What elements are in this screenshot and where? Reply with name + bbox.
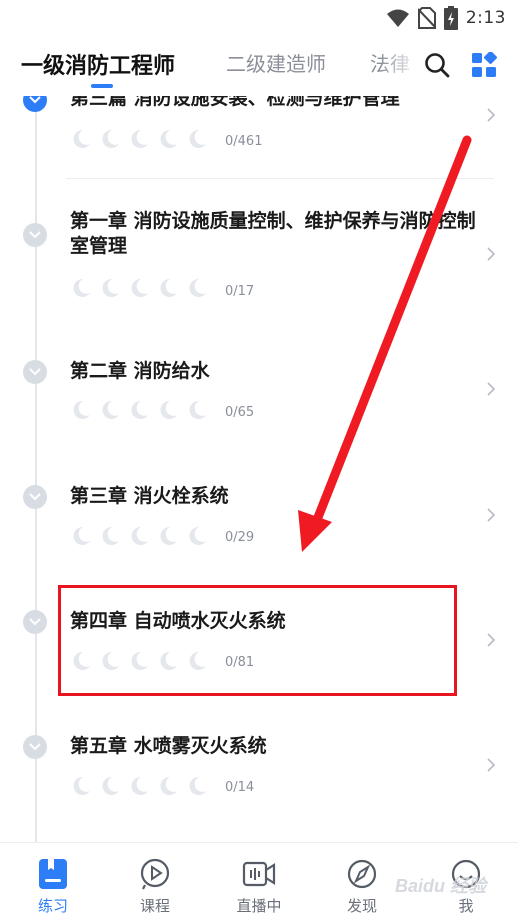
moon-icon <box>73 278 90 297</box>
status-bar: 2:13 <box>0 0 518 36</box>
nav-course-label: 课程 <box>139 897 170 915</box>
item-title: 第三篇 消防设施安装、检测与维护管理 <box>70 96 400 109</box>
moon-icon <box>160 129 177 148</box>
moon-icon <box>189 776 206 795</box>
chevron-right-icon <box>487 508 496 522</box>
item-title: 第五章 水喷雾灭火系统 <box>70 735 267 757</box>
item-title: 第二章 消防给水 <box>70 360 210 382</box>
status-time: 2:13 <box>465 8 506 28</box>
nav-practice-label: 练习 <box>37 897 68 915</box>
chevron-right-icon <box>487 108 496 122</box>
play-icon <box>140 858 170 890</box>
moon-icon <box>73 526 90 545</box>
chevron-down-icon <box>29 743 41 751</box>
tab-second-class-constructor[interactable]: 二级建造师 <box>226 48 326 77</box>
chevron-down-icon <box>29 618 41 626</box>
chevron-right-icon <box>487 382 496 396</box>
progress-count: 0/65 <box>225 405 255 420</box>
progress-count: 0/17 <box>225 284 255 299</box>
moon-icon <box>102 776 119 795</box>
no-sim-icon <box>417 7 436 29</box>
star-rating <box>70 775 208 797</box>
chevron-down-icon <box>29 96 41 104</box>
list-item[interactable]: 第一章 消防设施质量控制、维护保养与消防控制室管理 0/17 <box>0 208 518 318</box>
compass-icon <box>347 859 377 889</box>
list-item[interactable]: 第三篇 消防设施安装、检测与维护管理 0/461 <box>0 96 518 176</box>
expand-node[interactable] <box>23 223 47 247</box>
chevron-right-icon <box>487 758 496 772</box>
nav-me-label: 我 <box>458 897 474 915</box>
tab-active-indicator <box>91 84 113 88</box>
tab-first-class-fire-engineer[interactable]: 一级消防工程师 <box>21 48 175 80</box>
nav-course[interactable]: 课程 <box>110 843 200 922</box>
moon-icon <box>160 526 177 545</box>
nav-practice[interactable]: 练习 <box>8 843 98 922</box>
moon-icon <box>160 278 177 297</box>
progress-count: 0/29 <box>225 530 255 545</box>
expand-node[interactable] <box>23 485 47 509</box>
nav-live[interactable]: 直播中 <box>214 843 304 922</box>
star-rating <box>70 128 208 150</box>
star-rating <box>70 525 208 547</box>
battery-icon <box>443 6 458 30</box>
progress-count: 0/14 <box>225 780 255 795</box>
moon-icon <box>73 129 90 148</box>
moon-icon <box>102 129 119 148</box>
expand-node[interactable] <box>23 96 47 112</box>
divider <box>66 178 494 179</box>
moon-icon <box>189 400 206 419</box>
expand-node[interactable] <box>23 360 47 384</box>
moon-icon <box>131 776 148 795</box>
nav-discover-label: 发现 <box>346 897 377 915</box>
item-title: 第一章 消防设施质量控制、维护保养与消防控制室管理 <box>70 210 476 257</box>
nav-discover[interactable]: 发现 <box>317 843 407 922</box>
star-rating <box>70 277 208 299</box>
item-title: 第三章 消火栓系统 <box>70 485 229 507</box>
moon-icon <box>160 776 177 795</box>
moon-icon <box>131 400 148 419</box>
nav-live-label: 直播中 <box>236 897 282 915</box>
moon-icon <box>73 400 90 419</box>
search-button[interactable] <box>421 49 453 81</box>
moon-icon <box>131 278 148 297</box>
moon-icon <box>102 400 119 419</box>
chevron-down-icon <box>29 493 41 501</box>
expand-node[interactable] <box>23 735 47 759</box>
moon-icon <box>189 278 206 297</box>
header: 一级消防工程师 二级建造师 法律 <box>0 36 518 96</box>
chevron-right-icon <box>487 633 496 647</box>
book-icon <box>39 859 67 889</box>
chapter-list: 第三篇 消防设施安装、检测与维护管理 0/461 第一章 消防设施质量控制、维护… <box>0 96 518 842</box>
wifi-icon <box>386 9 409 27</box>
moon-icon <box>189 129 206 148</box>
star-rating <box>70 399 208 421</box>
moon-icon <box>73 776 90 795</box>
watermark: Baidu 经验 <box>395 876 487 896</box>
moon-icon <box>131 526 148 545</box>
category-button[interactable] <box>468 49 500 81</box>
live-icon <box>242 861 276 887</box>
chevron-down-icon <box>29 231 41 239</box>
expand-node[interactable] <box>23 610 47 634</box>
list-item[interactable]: 第二章 消防给水 0/65 <box>0 358 518 448</box>
highlight-box <box>58 585 457 696</box>
grid-icon <box>472 52 497 77</box>
moon-icon <box>189 526 206 545</box>
moon-icon <box>160 400 177 419</box>
list-item[interactable]: 第五章 水喷雾灭火系统 0/14 <box>0 734 518 824</box>
chevron-right-icon <box>487 247 496 261</box>
moon-icon <box>102 278 119 297</box>
tab-fade <box>380 36 420 96</box>
moon-icon <box>102 526 119 545</box>
moon-icon <box>131 129 148 148</box>
list-item[interactable]: 第三章 消火栓系统 0/29 <box>0 484 518 574</box>
search-icon <box>425 53 450 78</box>
progress-count: 0/461 <box>225 134 263 149</box>
chevron-down-icon <box>29 368 41 376</box>
